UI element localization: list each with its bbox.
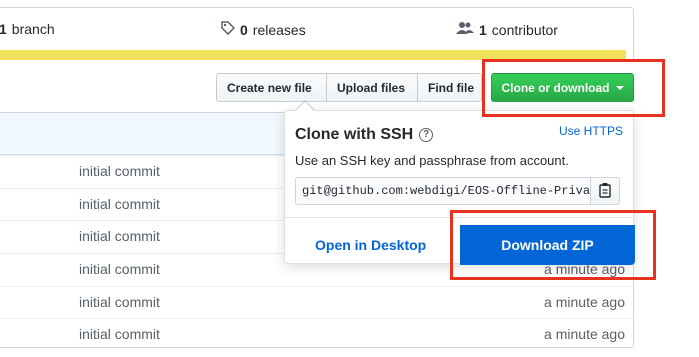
releases-count-number: 0 xyxy=(240,21,248,38)
question-icon[interactable]: ? xyxy=(419,128,434,142)
create-new-file-button[interactable]: Create new file xyxy=(216,73,327,102)
clone-popover: Clone with SSH ? Use HTTPS Use an SSH ke… xyxy=(284,110,635,265)
file-row[interactable]: initial commit a minute ago xyxy=(0,318,633,347)
branch-count-label: branch xyxy=(11,21,55,37)
branch-count-number: 1 xyxy=(0,21,7,37)
branch-count[interactable]: 1 branch xyxy=(0,21,55,37)
commit-age: a minute ago xyxy=(544,293,625,310)
use-https-link[interactable]: Use HTTPS xyxy=(559,124,623,138)
clone-url-input[interactable]: git@github.com:webdigi/EOS-Offline-Priva… xyxy=(295,177,591,205)
clone-or-download-button[interactable]: Clone or download xyxy=(491,73,634,102)
popover-title-text: Clone with SSH xyxy=(295,126,414,143)
releases-count-label: releases xyxy=(252,21,306,38)
commit-message[interactable]: initial commit xyxy=(79,326,160,342)
upload-files-button[interactable]: Upload files xyxy=(326,73,418,102)
download-zip-button[interactable]: Download ZIP xyxy=(460,225,635,265)
clone-or-download-label: Clone or download xyxy=(501,80,610,95)
commit-message[interactable]: initial commit xyxy=(79,196,160,212)
commit-age: a minute ago xyxy=(544,326,625,343)
popover-divider xyxy=(285,217,633,218)
people-icon xyxy=(456,21,474,38)
tag-icon xyxy=(221,21,236,38)
copy-url-button[interactable] xyxy=(590,177,620,205)
contributors-count[interactable]: 1 contributor xyxy=(456,21,558,38)
file-row[interactable]: initial commit a minute ago xyxy=(0,285,633,319)
open-in-desktop-button[interactable]: Open in Desktop xyxy=(315,237,426,253)
caret-down-icon xyxy=(615,85,624,90)
popover-title: Clone with SSH ? xyxy=(295,126,434,144)
commit-message[interactable]: initial commit xyxy=(79,163,160,179)
releases-count[interactable]: 0 releases xyxy=(221,21,306,38)
popover-arrow-inner xyxy=(296,102,314,111)
commit-message[interactable]: initial commit xyxy=(79,228,160,244)
contributors-count-number: 1 xyxy=(479,21,487,38)
clipboard-icon xyxy=(598,182,612,201)
find-file-button[interactable]: Find file xyxy=(417,73,482,102)
contributors-count-label: contributor xyxy=(491,21,558,38)
commit-message[interactable]: initial commit xyxy=(79,294,160,310)
language-bar xyxy=(0,50,626,60)
commit-message[interactable]: initial commit xyxy=(79,261,160,277)
popover-description: Use an SSH key and passphrase from accou… xyxy=(295,153,569,168)
file-actions-group: Create new file Upload files Find file xyxy=(216,73,482,102)
